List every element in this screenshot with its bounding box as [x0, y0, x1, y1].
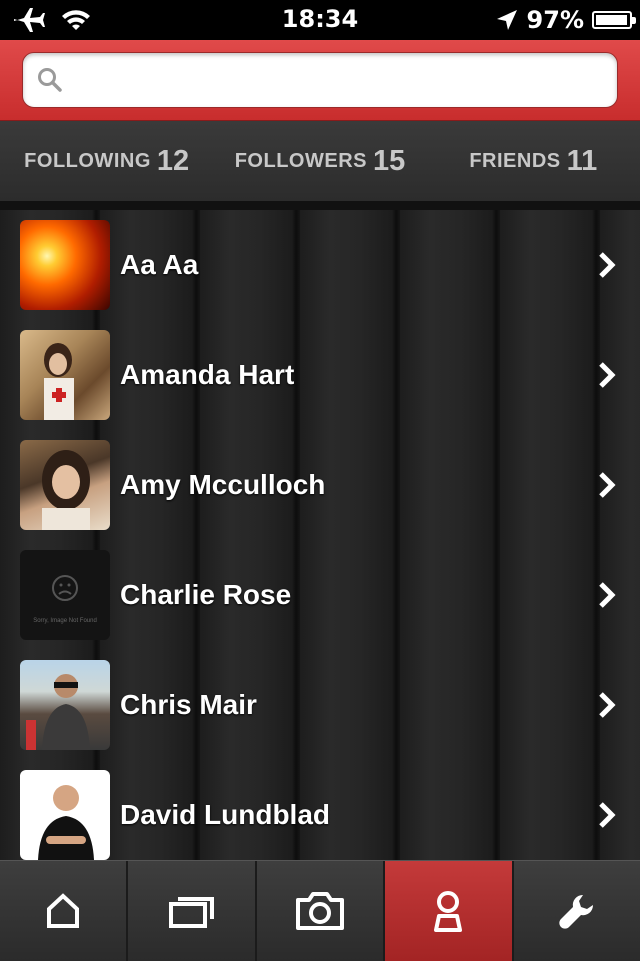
tab-following[interactable]: FOLLOWING 12: [0, 121, 213, 201]
search-icon: [38, 68, 62, 92]
person-name: Charlie Rose: [120, 579, 292, 610]
bottom-tab-bar: [0, 860, 640, 961]
list-item[interactable]: Chris Mair: [0, 650, 640, 760]
followers-list[interactable]: Aa Aa Amanda Hart Amy Mcculloch Sorry, I…: [0, 210, 640, 860]
chevron-right-icon: [599, 252, 616, 278]
gallery-icon: [168, 897, 214, 928]
status-bar: 18:34 97%: [0, 0, 640, 40]
avatar: [20, 330, 110, 420]
profile-icon: [434, 891, 463, 932]
person-name: Amanda Hart: [120, 359, 295, 390]
wrench-icon: [559, 894, 593, 929]
tab-count: 11: [566, 144, 598, 177]
avatar: Sorry, Image Not Found: [20, 550, 110, 640]
tab-home[interactable]: [0, 861, 129, 961]
chevron-right-icon: [599, 692, 616, 718]
list-item[interactable]: David Lundblad: [0, 760, 640, 860]
person-name: Aa Aa: [120, 249, 199, 280]
tab-count: 15: [372, 144, 406, 177]
person-name: David Lundblad: [120, 799, 330, 830]
chevron-right-icon: [599, 472, 616, 498]
list-item[interactable]: Sorry, Image Not Found Charlie Rose: [0, 540, 640, 650]
tab-label: FRIENDS: [469, 149, 561, 172]
tab-camera[interactable]: [257, 861, 386, 961]
tab-profile[interactable]: [385, 861, 514, 961]
tab-count: 12: [156, 144, 190, 177]
chevron-right-icon: [599, 362, 616, 388]
segment-tabs: FOLLOWING 12 FOLLOWERS 15 FRIENDS 11: [0, 121, 640, 211]
search-input[interactable]: [73, 59, 597, 101]
search-header: [0, 40, 640, 121]
list-item[interactable]: Amy Mcculloch: [0, 430, 640, 540]
home-icon: [47, 893, 80, 928]
chevron-right-icon: [599, 802, 616, 828]
avatar: [20, 770, 110, 860]
avatar: [20, 660, 110, 750]
search-field[interactable]: [22, 52, 618, 108]
tab-settings[interactable]: [514, 861, 640, 961]
tab-friends[interactable]: FRIENDS 11: [427, 121, 640, 201]
tab-label: FOLLOWING: [24, 149, 151, 172]
tab-followers[interactable]: FOLLOWERS 15: [213, 121, 426, 211]
tab-divider: [0, 201, 640, 210]
avatar: [20, 220, 110, 310]
person-name: Chris Mair: [120, 689, 257, 720]
avatar-caption: Sorry, Image Not Found: [33, 618, 97, 624]
list-item[interactable]: Aa Aa: [0, 210, 640, 320]
camera-icon: [296, 892, 345, 930]
chevron-right-icon: [599, 582, 616, 608]
avatar: [20, 440, 110, 530]
person-name: Amy Mcculloch: [120, 469, 326, 500]
battery-percent: 97%: [526, 6, 584, 34]
battery-icon: [592, 11, 636, 29]
tab-label: FOLLOWERS: [234, 149, 367, 172]
tab-gallery[interactable]: [128, 861, 257, 961]
list-item[interactable]: Amanda Hart: [0, 320, 640, 430]
location-icon: [496, 10, 517, 30]
